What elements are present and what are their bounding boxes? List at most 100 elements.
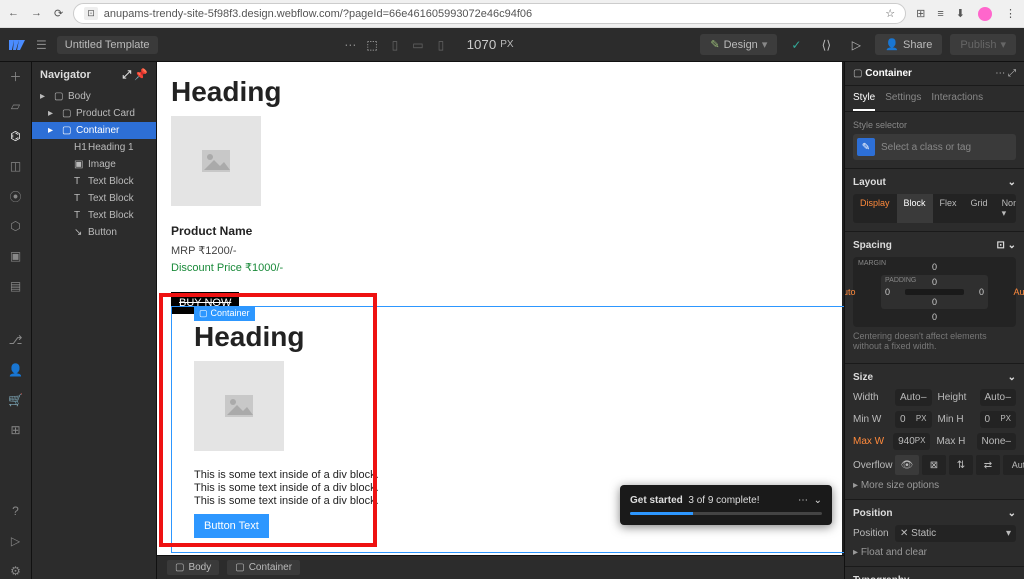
crumb-container[interactable]: ▢ Container (227, 560, 300, 575)
product-card[interactable]: Heading Product Name MRP ₹1200/- Discoun… (171, 76, 828, 314)
overflow-scroll-icon[interactable]: ⇅ (949, 455, 973, 475)
overflow-visible-icon[interactable]: 👁 (895, 455, 919, 475)
ecommerce-icon[interactable]: 🛒 (8, 392, 24, 408)
panel-more-icon[interactable]: ⋯ (995, 68, 1005, 79)
star-icon[interactable]: ☆ (885, 7, 895, 20)
desktop-icon[interactable]: ⬚ (366, 38, 377, 52)
button-text[interactable]: Button Text (194, 514, 269, 538)
section-chevron-icon[interactable]: ⌄ (1008, 372, 1016, 383)
minw-input[interactable]: 0PX (895, 411, 932, 428)
help-icon[interactable]: ? (8, 503, 24, 519)
classes-icon[interactable]: ⬡ (8, 218, 24, 234)
components-icon[interactable]: ◫ (8, 158, 24, 174)
product-name[interactable]: Product Name (171, 224, 828, 238)
preview-icon[interactable]: ▷ (845, 38, 867, 52)
section-chevron-icon[interactable]: ⌄ (1008, 508, 1016, 519)
panel-external-icon[interactable]: ⤢ (1008, 68, 1016, 79)
display-segment[interactable]: Display Block Flex Grid None ▾ (853, 194, 1016, 223)
overflow-hidden-icon[interactable]: ⊠ (922, 455, 946, 475)
tree-item-container[interactable]: ▸▢Container (32, 122, 156, 139)
list-icon[interactable]: ≡ (937, 8, 943, 20)
code-icon[interactable]: ⟨⟩ (815, 38, 837, 52)
extensions-icon[interactable]: ⊞ (916, 7, 925, 20)
tree-item-heading-1[interactable]: H1Heading 1 (32, 139, 156, 156)
video-icon[interactable]: ▷ (8, 533, 24, 549)
pin-icon[interactable]: 📌 (134, 69, 148, 81)
class-selector[interactable]: ✎ Select a class or tag (853, 134, 1016, 160)
discount-text[interactable]: Discount Price ₹1000/- (171, 261, 828, 274)
navigator-icon[interactable]: ⌬ (8, 128, 24, 144)
spacing-settings-icon[interactable]: ⊡ ⌄ (996, 240, 1016, 251)
mobile-icon[interactable]: ▯ (438, 38, 445, 52)
section-chevron-icon[interactable]: ⌄ (1008, 575, 1016, 579)
publish-button[interactable]: Publish ▾ (950, 34, 1016, 55)
back-icon[interactable]: ← (8, 7, 19, 20)
menu-icon[interactable]: ⋮ (1005, 7, 1016, 20)
tree-item-product-card[interactable]: ▸▢Product Card (32, 105, 156, 122)
site-info-icon[interactable]: ⊡ (84, 7, 98, 20)
tree-item-text-block[interactable]: TText Block (32, 190, 156, 207)
overflow-auto[interactable]: Auto (1003, 455, 1024, 475)
page-name[interactable]: Untitled Template (57, 36, 158, 54)
forward-icon[interactable]: → (31, 7, 42, 20)
mode-dropdown[interactable]: ✎Design▾ (700, 34, 777, 55)
mrp-text[interactable]: MRP ₹1200/- (171, 244, 828, 257)
logic-icon[interactable]: ⎇ (8, 332, 24, 348)
variables-icon[interactable]: ⦿ (8, 188, 24, 204)
get-started-toast[interactable]: Get started 3 of 9 complete! ⋯ ⌄ (620, 485, 832, 525)
display-grid[interactable]: Grid (964, 194, 995, 223)
maxh-input[interactable]: None– (977, 433, 1016, 450)
share-button[interactable]: 👤 Share (875, 34, 942, 55)
section-chevron-icon[interactable]: ⌄ (1008, 177, 1016, 188)
users-icon[interactable]: 👤 (8, 362, 24, 378)
spacing-editor[interactable]: MARGIN 0 Auto Auto PADDING 0 0 0 0 0 (853, 257, 1016, 327)
address-bar[interactable]: ⊡ anupams-trendy-site-5f98f3.design.webf… (73, 3, 906, 24)
maxw-input[interactable]: 940PX (893, 433, 930, 450)
pages-icon[interactable]: ▱ (8, 98, 24, 114)
more-icon[interactable]: ⋯ (344, 38, 356, 52)
add-icon[interactable]: ＋ (8, 68, 24, 84)
crumb-body[interactable]: ▢ Body (167, 560, 219, 575)
design-canvas[interactable]: Heading Product Name MRP ₹1200/- Discoun… (157, 62, 842, 555)
text-block-1[interactable]: This is some text inside of a div block. (194, 469, 828, 481)
float-clear[interactable]: ▸ Float and clear (853, 547, 1016, 558)
collapse-icon[interactable]: ⤢ (122, 69, 131, 81)
tab-style[interactable]: Style (853, 86, 875, 111)
tree-item-text-block[interactable]: TText Block (32, 207, 156, 224)
reload-icon[interactable]: ⟳ (54, 7, 63, 20)
overflow-scroll2-icon[interactable]: ⇄ (976, 455, 1000, 475)
position-select[interactable]: ✕ Static▾ (895, 525, 1016, 542)
image-placeholder-2[interactable] (194, 361, 284, 451)
display-block[interactable]: Block (897, 194, 933, 223)
menu-icon[interactable]: ☰ (36, 38, 47, 52)
display-flex[interactable]: Flex (933, 194, 964, 223)
assets-icon[interactable]: ▣ (8, 248, 24, 264)
tree-item-image[interactable]: ▣Image (32, 156, 156, 173)
selection-tag[interactable]: ▢ Container (194, 306, 255, 321)
tree-item-body[interactable]: ▸▢Body (32, 88, 156, 105)
image-placeholder[interactable] (171, 116, 261, 206)
toast-more-icon[interactable]: ⋯ (798, 495, 808, 506)
apps-icon[interactable]: ⊞ (8, 422, 24, 438)
tab-settings[interactable]: Settings (885, 86, 921, 111)
tree-item-button[interactable]: ↘Button (32, 224, 156, 241)
heading-2[interactable]: Heading (194, 321, 828, 353)
check-icon[interactable]: ✓ (785, 38, 807, 52)
viewport-width-input[interactable] (458, 37, 496, 52)
settings-icon[interactable]: ⚙ (8, 563, 24, 579)
heading-1[interactable]: Heading (171, 76, 828, 108)
toast-chevron-icon[interactable]: ⌄ (814, 495, 822, 506)
tab-interactions[interactable]: Interactions (931, 86, 983, 111)
download-icon[interactable]: ⬇ (956, 7, 965, 20)
webflow-logo-icon[interactable] (8, 36, 26, 54)
cms-icon[interactable]: ▤ (8, 278, 24, 294)
tree-item-text-block[interactable]: TText Block (32, 173, 156, 190)
avatar-icon[interactable] (977, 6, 993, 22)
add-class-icon[interactable]: ✎ (857, 138, 875, 156)
minh-input[interactable]: 0PX (980, 411, 1017, 428)
width-input[interactable]: Auto– (895, 389, 932, 406)
laptop-icon[interactable]: ▭ (412, 38, 423, 52)
tablet-icon[interactable]: ▯ (392, 38, 399, 52)
display-none[interactable]: None ▾ (995, 194, 1016, 223)
height-input[interactable]: Auto– (980, 389, 1017, 406)
